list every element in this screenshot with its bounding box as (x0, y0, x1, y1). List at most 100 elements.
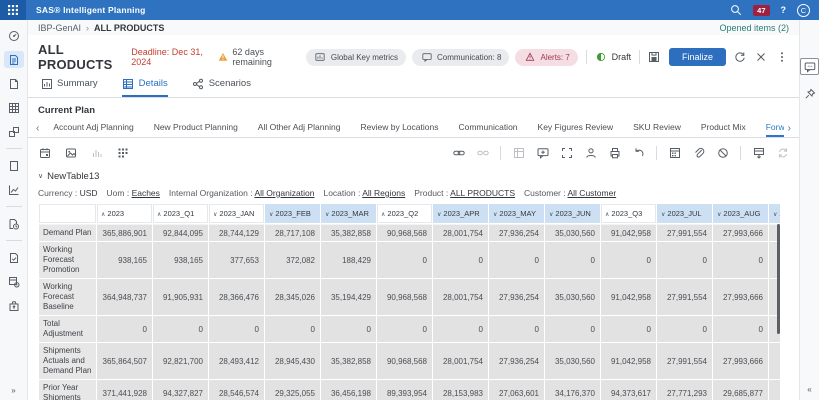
row-label[interactable]: Working Forecast Baseline (39, 279, 96, 315)
grid-cell[interactable]: 0 (545, 242, 600, 278)
sheet-tab[interactable]: New Product Planning (154, 119, 238, 137)
nav-item-document-icon[interactable] (4, 75, 24, 92)
calculator-table-icon[interactable] (668, 146, 681, 159)
attach-icon[interactable] (692, 146, 705, 159)
grid-cell[interactable]: 0 (545, 316, 600, 342)
column-header[interactable]: ∨2023_FEB (265, 204, 320, 223)
grid-cell[interactable]: 0 (489, 242, 544, 278)
grid-cell[interactable]: 35,382,858 (321, 343, 376, 379)
link-off-icon[interactable] (476, 146, 489, 159)
row-label[interactable]: Prior Year Shipments (39, 380, 96, 400)
column-header[interactable]: ∨2023_APR (433, 204, 488, 223)
grid-cell[interactable]: 0 (657, 316, 712, 342)
refresh-button[interactable] (734, 51, 747, 64)
grid-cell[interactable]: 35,194,429 (321, 279, 376, 315)
row-label[interactable]: Shipments Actuals and Demand Plan (39, 343, 96, 379)
opened-items-link[interactable]: Opened items (2) (719, 23, 789, 33)
column-header[interactable]: ∨2023_AUG (713, 204, 768, 223)
grid-cell[interactable]: 29,685,877 (713, 380, 768, 400)
image-icon[interactable] (64, 146, 77, 159)
grid-cell[interactable]: 0 (265, 316, 320, 342)
subtabs-next-arrow[interactable]: › (784, 123, 795, 134)
grid-cell[interactable]: 27,063,601 (489, 380, 544, 400)
nav-item-chart-icon[interactable] (4, 181, 24, 198)
grid-cell[interactable]: 27,936,254 (489, 343, 544, 379)
grid-cell[interactable]: 0 (321, 316, 376, 342)
nav-item-grid-table-icon[interactable] (4, 99, 24, 116)
rail-collapse-button[interactable]: « (807, 385, 811, 394)
grid-cell[interactable]: 27,993,666 (713, 279, 768, 315)
grid-cell[interactable]: 90,968,568 (377, 279, 432, 315)
overflow-menu-button[interactable] (776, 51, 789, 64)
column-header[interactable]: ∨2023_MAR (321, 204, 376, 223)
help-button[interactable]: ? (781, 5, 787, 15)
grid-cell[interactable]: 28,493,412 (209, 343, 264, 379)
grid-cell[interactable]: 27,936,254 (489, 279, 544, 315)
grid-cell[interactable]: 0 (601, 242, 656, 278)
grid-cell[interactable]: 34,176,370 (545, 380, 600, 400)
filter-value[interactable]: Eaches (132, 188, 160, 198)
grid-cell[interactable]: 91,042,958 (601, 279, 656, 315)
grid-scrollbar[interactable] (777, 224, 780, 334)
sync-icon[interactable] (776, 146, 789, 159)
grid-cell[interactable]: 365,864,507 (97, 343, 152, 379)
comment-add-icon[interactable] (536, 146, 549, 159)
grid-cell[interactable]: 91,042,958 (601, 343, 656, 379)
grid-cell[interactable]: 27,771,293 (657, 380, 712, 400)
row-label[interactable]: Working Forecast Promotion (39, 242, 96, 278)
grid-cell[interactable]: 36,916, (769, 380, 780, 400)
grid-cell[interactable]: 35,030,560 (545, 343, 600, 379)
grid-cell[interactable]: 28,717,108 (265, 224, 320, 241)
grid-cell[interactable]: 89,393,954 (377, 380, 432, 400)
grid-cell[interactable]: 35,057, (769, 343, 780, 379)
search-icon[interactable] (729, 4, 742, 17)
grid-cell[interactable]: 28,945,430 (265, 343, 320, 379)
column-header[interactable]: ∧2023 (97, 204, 152, 223)
sheet-tab[interactable]: Key Figures Review (538, 119, 614, 137)
sheet-tab[interactable]: Communication (458, 119, 517, 137)
filter-value[interactable]: All Organization (254, 188, 314, 198)
grid-cell[interactable]: 27,991,554 (657, 279, 712, 315)
grid-cell[interactable]: 372,082 (265, 242, 320, 278)
communication-badge[interactable]: Communication: 8 (412, 49, 509, 66)
grid-cell[interactable]: 28,366,476 (209, 279, 264, 315)
grid-cell[interactable]: 91,905,931 (153, 279, 208, 315)
global-key-metrics-badge[interactable]: Global Key metrics (306, 49, 406, 66)
grid-cell[interactable]: 0 (489, 316, 544, 342)
sheet-tab[interactable]: All Other Adj Planning (258, 119, 341, 137)
grid-cell[interactable]: 0 (601, 316, 656, 342)
person-icon[interactable] (584, 146, 597, 159)
undo-icon[interactable] (632, 146, 645, 159)
column-header[interactable]: ∨2023_JAN (209, 204, 264, 223)
row-label[interactable]: Demand Plan (39, 224, 96, 241)
rail-item-comment-icon[interactable] (800, 58, 819, 75)
app-switcher-button[interactable] (0, 0, 26, 20)
grid-cell[interactable]: 28,546,574 (209, 380, 264, 400)
block-icon[interactable] (716, 146, 729, 159)
grid-cell[interactable]: 90,968,568 (377, 343, 432, 379)
grid-cell[interactable]: 28,744,129 (209, 224, 264, 241)
grid-cell[interactable]: 27,991,554 (657, 343, 712, 379)
grid-cell[interactable]: 27,993,666 (713, 343, 768, 379)
grid-cell[interactable]: 364,948,737 (97, 279, 152, 315)
bar-chart-icon[interactable] (90, 146, 103, 159)
nav-item-file-check-icon[interactable] (4, 249, 24, 266)
nav-expand-button[interactable]: » (11, 386, 15, 395)
grid-cell[interactable]: 91,042,958 (601, 224, 656, 241)
column-header[interactable]: ∧2023_Q2 (377, 204, 432, 223)
grid-cell[interactable]: 0 (433, 242, 488, 278)
grid-cell[interactable]: 92,844,095 (153, 224, 208, 241)
grid-cell[interactable]: 27,936,254 (489, 224, 544, 241)
calendar-icon[interactable] (38, 146, 51, 159)
tab-summary[interactable]: Summary (40, 77, 98, 97)
rail-item-pin-icon[interactable] (803, 87, 816, 105)
grid-cell[interactable]: 0 (657, 242, 712, 278)
grid-cell[interactable]: 94,373,617 (601, 380, 656, 400)
avatar[interactable]: C (797, 4, 810, 17)
link-icon[interactable] (452, 146, 465, 159)
table-icon[interactable] (512, 146, 525, 159)
column-header[interactable]: ∨2023_JUL (657, 204, 712, 223)
nav-item-page-icon[interactable] (4, 157, 24, 174)
grid-cell[interactable]: 0 (377, 242, 432, 278)
grid-cell[interactable]: 365,886,901 (97, 224, 152, 241)
